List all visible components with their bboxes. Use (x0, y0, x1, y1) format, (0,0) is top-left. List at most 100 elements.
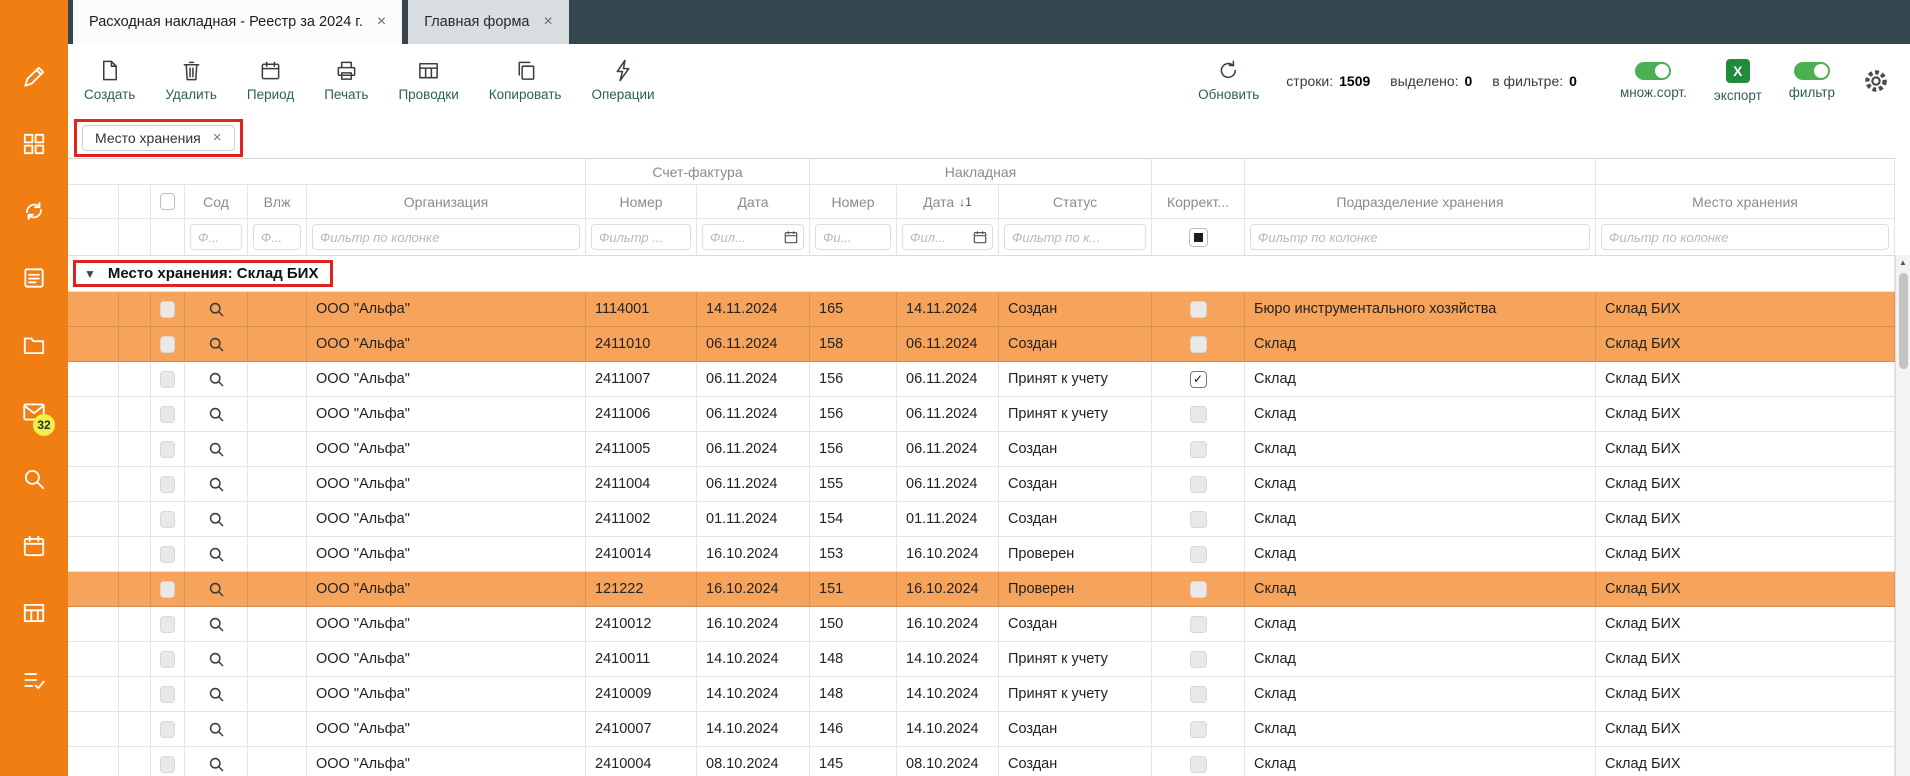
copy-button[interactable]: Копировать (489, 59, 562, 102)
col-department[interactable]: Подразделение хранения (1245, 185, 1596, 219)
corr-checkbox[interactable] (1190, 546, 1207, 563)
scroll-thumb[interactable] (1899, 273, 1908, 369)
grouping-chip[interactable]: Место хранения × (82, 125, 235, 151)
row-checkbox[interactable] (160, 476, 175, 493)
table-row[interactable]: ООО "Альфа" 2410007 14.10.2024 146 14.10… (68, 712, 1895, 747)
magnifier-icon[interactable] (208, 511, 225, 528)
table-row[interactable]: ООО "Альфа" 2410004 08.10.2024 145 08.10… (68, 747, 1895, 776)
scroll-up-icon[interactable]: ▲ (1896, 255, 1910, 270)
corr-checkbox[interactable] (1190, 301, 1207, 318)
calendar-icon[interactable] (784, 230, 798, 244)
col-invoice-number[interactable]: Номер (586, 185, 697, 219)
row-checkbox[interactable] (160, 546, 175, 563)
magnifier-icon[interactable] (208, 476, 225, 493)
tab-main-form[interactable]: Главная форма × (408, 0, 569, 44)
corr-checkbox[interactable] (1190, 441, 1207, 458)
create-button[interactable]: Создать (84, 59, 135, 102)
corr-checkbox[interactable] (1190, 406, 1207, 423)
magnifier-icon[interactable] (208, 721, 225, 738)
filter-waybill-number-input[interactable] (815, 224, 891, 250)
filter-storage-place-input[interactable] (1601, 224, 1889, 250)
magnifier-icon[interactable] (208, 756, 225, 773)
magnifier-icon[interactable] (208, 301, 225, 318)
col-organization[interactable]: Организация (307, 185, 586, 219)
sidebar-edit-button[interactable] (19, 62, 49, 92)
refresh-button[interactable]: Обновить (1198, 59, 1259, 102)
collapse-triangle-icon[interactable]: ▼ (84, 267, 96, 281)
table-row[interactable]: ООО "Альфа" 2411006 06.11.2024 156 06.11… (68, 397, 1895, 432)
magnifier-icon[interactable] (208, 406, 225, 423)
print-button[interactable]: Печать (324, 59, 368, 102)
table-row[interactable]: ООО "Альфа" 2411005 06.11.2024 156 06.11… (68, 432, 1895, 467)
settings-button[interactable] (1862, 67, 1890, 95)
row-checkbox[interactable] (160, 441, 175, 458)
filter-status-input[interactable] (1004, 224, 1146, 250)
chip-close-icon[interactable]: × (213, 130, 222, 145)
corr-checkbox[interactable]: ✓ (1190, 371, 1207, 388)
row-checkbox[interactable] (160, 686, 175, 703)
filter-department-input[interactable] (1250, 224, 1590, 250)
table-row[interactable]: ООО "Альфа" 2410009 14.10.2024 148 14.10… (68, 677, 1895, 712)
magnifier-icon[interactable] (208, 441, 225, 458)
col-invoice-date[interactable]: Дата (697, 185, 810, 219)
delete-button[interactable]: Удалить (165, 59, 217, 102)
row-checkbox[interactable] (160, 336, 175, 353)
col-waybill-date[interactable]: Дата↓1 (897, 185, 999, 219)
row-checkbox[interactable] (160, 616, 175, 633)
row-checkbox[interactable] (160, 406, 175, 423)
multisort-toggle[interactable]: множ.сорт. (1620, 62, 1687, 100)
table-row[interactable]: ООО "Альфа" 2410012 16.10.2024 150 16.10… (68, 607, 1895, 642)
postings-button[interactable]: Проводки (398, 59, 458, 102)
magnifier-icon[interactable] (208, 546, 225, 563)
sidebar-mail-button[interactable]: 32 (19, 397, 49, 427)
select-all-checkbox[interactable] (160, 193, 175, 210)
sidebar-folder-button[interactable] (19, 330, 49, 360)
col-correction[interactable]: Коррект... (1152, 185, 1245, 219)
row-checkbox[interactable] (160, 581, 175, 598)
filter-vlj-input[interactable] (253, 224, 301, 250)
tab-registry[interactable]: Расходная накладная - Реестр за 2024 г. … (73, 0, 402, 44)
row-checkbox[interactable] (160, 756, 175, 773)
operations-button[interactable]: Операции (591, 59, 654, 102)
sidebar-tasks-button[interactable] (19, 665, 49, 695)
corr-checkbox[interactable] (1190, 476, 1207, 493)
row-checkbox[interactable] (160, 721, 175, 738)
group-row[interactable]: ▼ Место хранения: Склад БИХ (68, 256, 1895, 292)
corr-checkbox[interactable] (1190, 721, 1207, 738)
col-vlj[interactable]: Влж (248, 185, 307, 219)
corr-checkbox[interactable] (1190, 616, 1207, 633)
table-row[interactable]: ООО "Альфа" 2410011 14.10.2024 148 14.10… (68, 642, 1895, 677)
magnifier-icon[interactable] (208, 686, 225, 703)
corr-checkbox[interactable] (1190, 756, 1207, 773)
table-row[interactable]: ООО "Альфа" 2411007 06.11.2024 156 06.11… (68, 362, 1895, 397)
sidebar-search-button[interactable] (19, 464, 49, 494)
calendar-icon[interactable] (973, 230, 987, 244)
table-row[interactable]: ООО "Альфа" 2411002 01.11.2024 154 01.11… (68, 502, 1895, 537)
filter-sod-input[interactable] (190, 224, 242, 250)
corr-checkbox[interactable] (1190, 581, 1207, 598)
magnifier-icon[interactable] (208, 336, 225, 353)
corr-checkbox[interactable] (1190, 686, 1207, 703)
sidebar-sync-button[interactable] (19, 196, 49, 226)
corr-checkbox[interactable] (1190, 651, 1207, 668)
table-row[interactable]: ООО "Альфа" 2411004 06.11.2024 155 06.11… (68, 467, 1895, 502)
table-row[interactable]: ООО "Альфа" 121222 16.10.2024 151 16.10.… (68, 572, 1895, 607)
row-checkbox[interactable] (160, 511, 175, 528)
sidebar-documents-button[interactable] (19, 263, 49, 293)
filter-invoice-number-input[interactable] (591, 224, 691, 250)
col-sod[interactable]: Сод (185, 185, 248, 219)
table-row[interactable]: ООО "Альфа" 2411010 06.11.2024 158 06.11… (68, 327, 1895, 362)
row-checkbox[interactable] (160, 651, 175, 668)
period-button[interactable]: Период (247, 59, 294, 102)
row-checkbox[interactable] (160, 371, 175, 388)
tab-close-icon[interactable]: × (377, 14, 386, 30)
sidebar-modules-button[interactable] (19, 129, 49, 159)
table-row[interactable]: ООО "Альфа" 2410014 16.10.2024 153 16.10… (68, 537, 1895, 572)
sidebar-tables-button[interactable] (19, 598, 49, 628)
filter-organization-input[interactable] (312, 224, 580, 250)
magnifier-icon[interactable] (208, 371, 225, 388)
sidebar-calendar-button[interactable] (19, 531, 49, 561)
export-button[interactable]: X экспорт (1714, 59, 1762, 103)
magnifier-icon[interactable] (208, 616, 225, 633)
vertical-scrollbar[interactable]: ▲ (1895, 255, 1910, 776)
